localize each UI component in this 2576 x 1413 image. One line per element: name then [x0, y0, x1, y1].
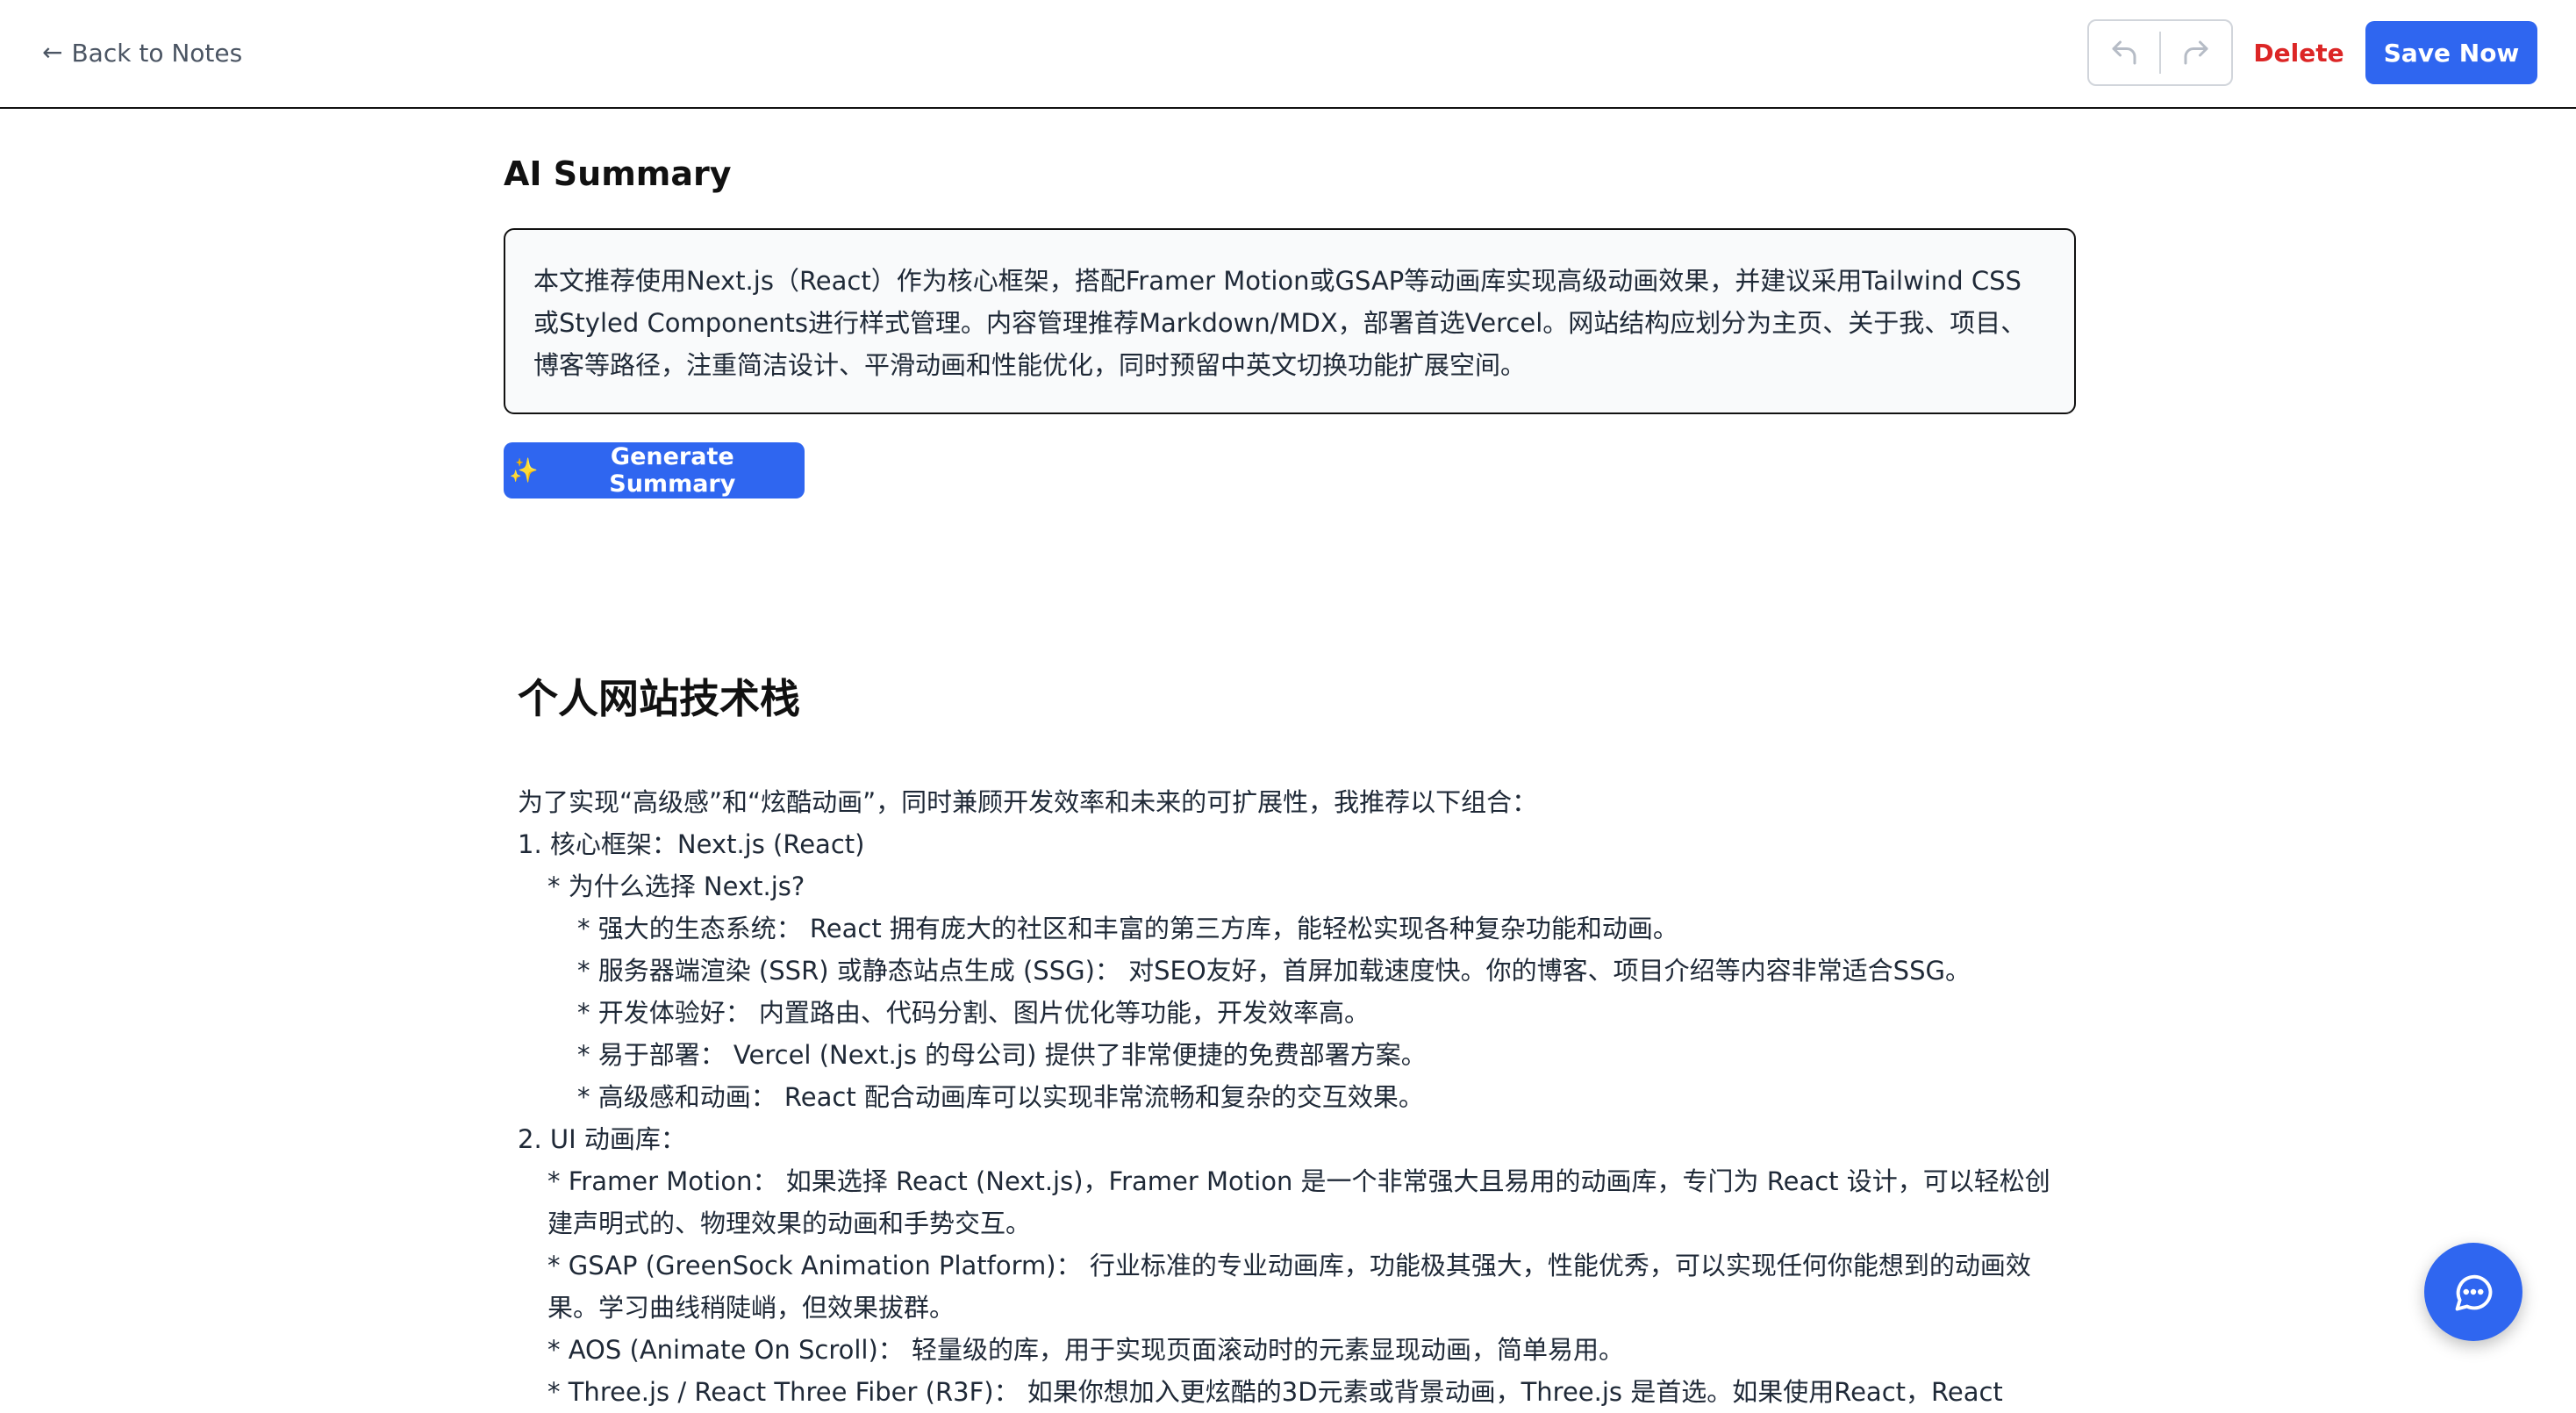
chat-button[interactable] — [2424, 1243, 2522, 1341]
document-line: * 强大的生态系统： React 拥有庞大的社区和丰富的第三方库，能轻松实现各种… — [577, 914, 1678, 943]
document-title: 个人网站技术栈 — [518, 675, 800, 722]
document-line: * 开发体验好： 内置路由、代码分割、图片优化等功能，开发效率高。 — [577, 998, 1370, 1028]
arrow-left-icon: ← — [42, 38, 63, 67]
delete-button[interactable]: Delete — [2246, 19, 2351, 86]
chat-bubble-icon — [2455, 1274, 2493, 1311]
ai-summary-text: 本文推荐使用Next.js（React）作为核心框架，搭配Framer Moti… — [504, 228, 2076, 414]
document-line: * AOS (Animate On Scroll)： 轻量级的库，用于实现页面滚… — [547, 1335, 1624, 1365]
document-line: * 服务器端渲染 (SSR) 或静态站点生成 (SSG)： 对SEO友好，首屏加… — [577, 956, 1971, 986]
save-now-button[interactable]: Save Now — [2365, 21, 2537, 84]
document-line: * Three.js / React Three Fiber (R3F)： 如果… — [547, 1377, 2003, 1407]
document-line: * 为什么选择 Next.js? — [547, 871, 805, 901]
ai-summary-title: AI Summary — [504, 154, 732, 193]
redo-icon — [2184, 40, 2208, 65]
undo-icon — [2112, 40, 2136, 65]
document-line: 为了实现“高级感”和“炫酷动画”，同时兼顾开发效率和未来的可扩展性，我推荐以下组… — [518, 787, 1538, 817]
back-to-notes-label: Back to Notes — [71, 38, 243, 68]
document-line: * 易于部署： Vercel (Next.js 的母公司) 提供了非常便捷的免费… — [577, 1040, 1427, 1070]
document-body[interactable]: 为了实现“高级感”和“炫酷动画”，同时兼顾开发效率和未来的可扩展性，我推荐以下组… — [518, 781, 2071, 1413]
document-line: 1. 核心框架：Next.js (React) — [518, 829, 865, 859]
undo-redo-group — [2087, 19, 2233, 86]
document-line: * GSAP (GreenSock Animation Platform)： 行… — [547, 1251, 2031, 1323]
redo-button[interactable] — [2161, 21, 2231, 84]
sparkles-icon: ✨ — [509, 457, 539, 484]
generate-summary-button[interactable]: ✨ Generate Summary — [504, 442, 805, 498]
generate-summary-label: Generate Summary — [609, 443, 736, 498]
top-bar: ← Back to Notes Delete Save Now — [0, 0, 2576, 109]
back-to-notes-link[interactable]: ← Back to Notes — [42, 35, 242, 70]
document-line: * 高级感和动画： React 配合动画库可以实现非常流畅和复杂的交互效果。 — [577, 1082, 1424, 1112]
document-line: * Framer Motion： 如果选择 React (Next.js)，Fr… — [547, 1166, 2050, 1238]
document-line: 2. UI 动画库： — [518, 1124, 686, 1154]
undo-button[interactable] — [2089, 21, 2159, 84]
